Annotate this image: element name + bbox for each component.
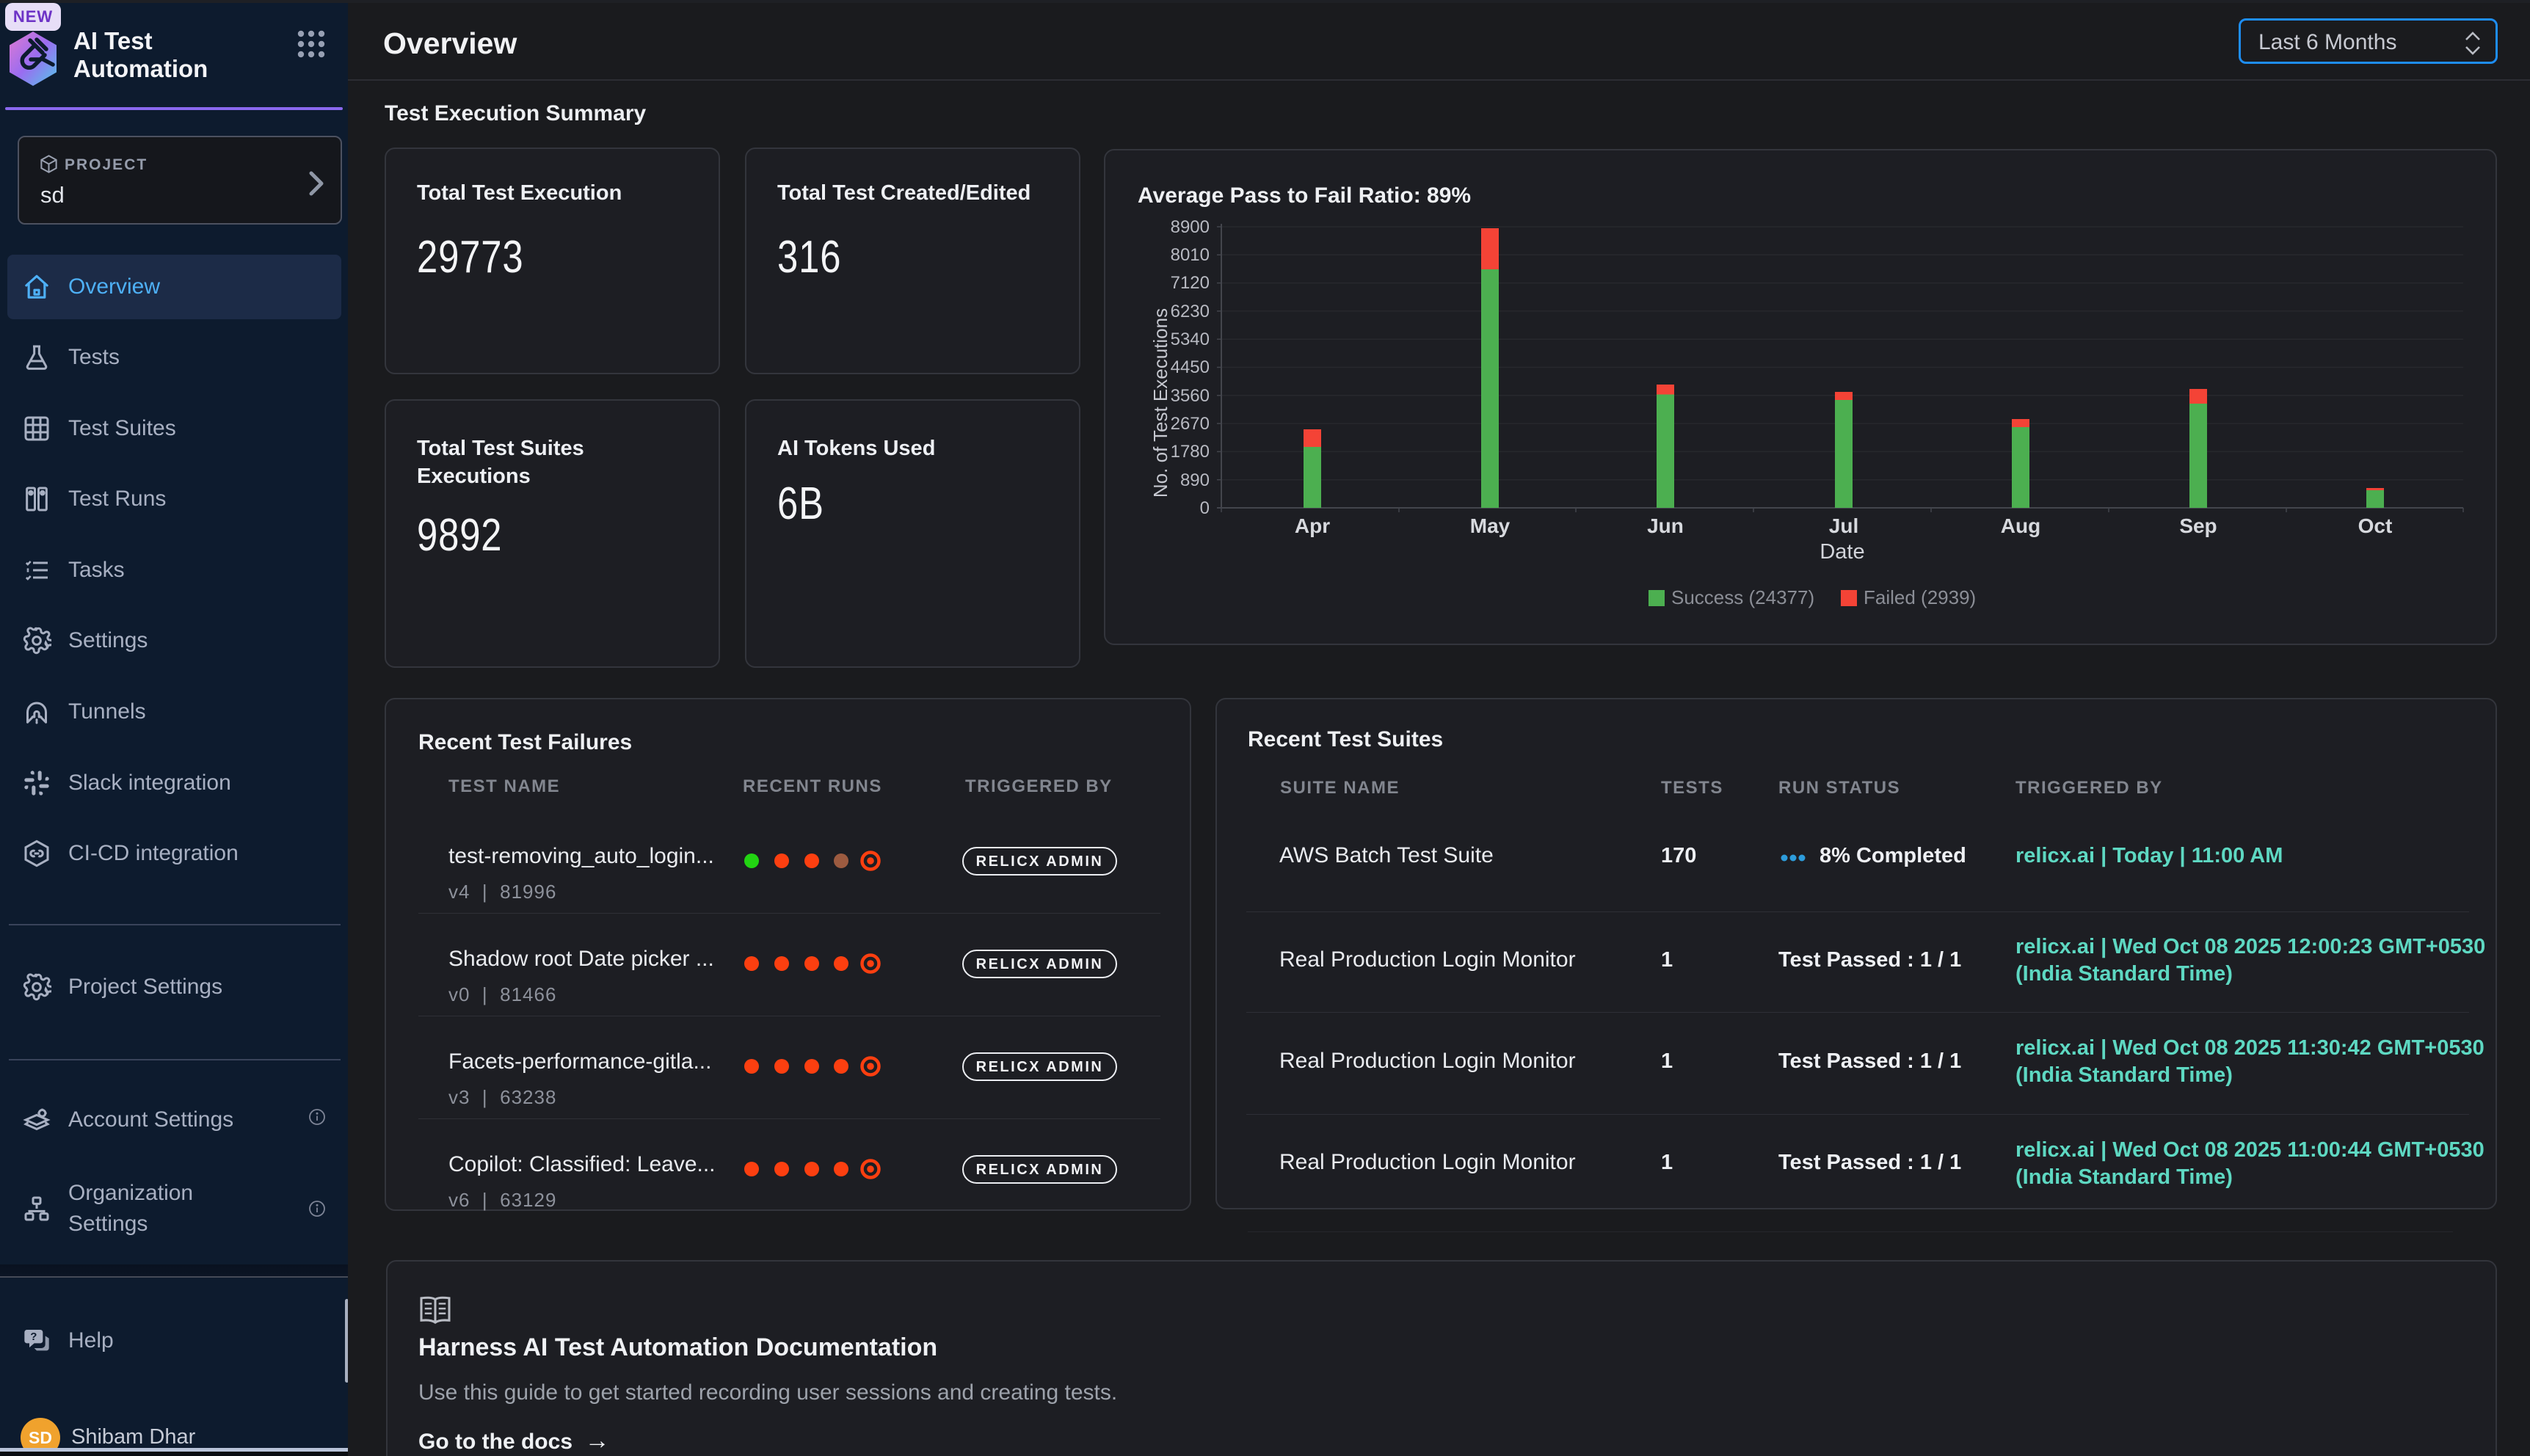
svg-text:Aug: Aug: [2001, 514, 2040, 537]
svg-text:0: 0: [1200, 498, 1210, 518]
svg-text:Success (24377): Success (24377): [1671, 586, 1814, 608]
svg-text:Failed (2939): Failed (2939): [1864, 586, 1976, 608]
svg-text:7120: 7120: [1171, 273, 1210, 293]
svg-text:4450: 4450: [1171, 357, 1210, 377]
svg-text:Oct: Oct: [2358, 514, 2393, 537]
svg-text:Sep: Sep: [2179, 514, 2217, 537]
svg-text:Jul: Jul: [1829, 514, 1858, 537]
svg-text:May: May: [1470, 514, 1511, 537]
svg-text:Average Pass to Fail Ratio: 89: Average Pass to Fail Ratio: 89%: [1138, 183, 1471, 208]
svg-text:1780: 1780: [1171, 442, 1210, 462]
svg-text:Jun: Jun: [1647, 514, 1684, 537]
svg-text:?: ?: [30, 1331, 37, 1343]
svg-text:No. of Test Executions: No. of Test Executions: [1149, 308, 1171, 498]
svg-text:Apr: Apr: [1295, 514, 1330, 537]
svg-text:890: 890: [1180, 470, 1210, 490]
svg-text:Date: Date: [1820, 540, 1864, 564]
svg-text:6230: 6230: [1171, 302, 1210, 321]
svg-text:2670: 2670: [1171, 414, 1210, 434]
svg-text:8900: 8900: [1171, 217, 1210, 237]
svg-text:5340: 5340: [1171, 330, 1210, 349]
svg-text:8010: 8010: [1171, 245, 1210, 265]
svg-text:3560: 3560: [1171, 386, 1210, 406]
